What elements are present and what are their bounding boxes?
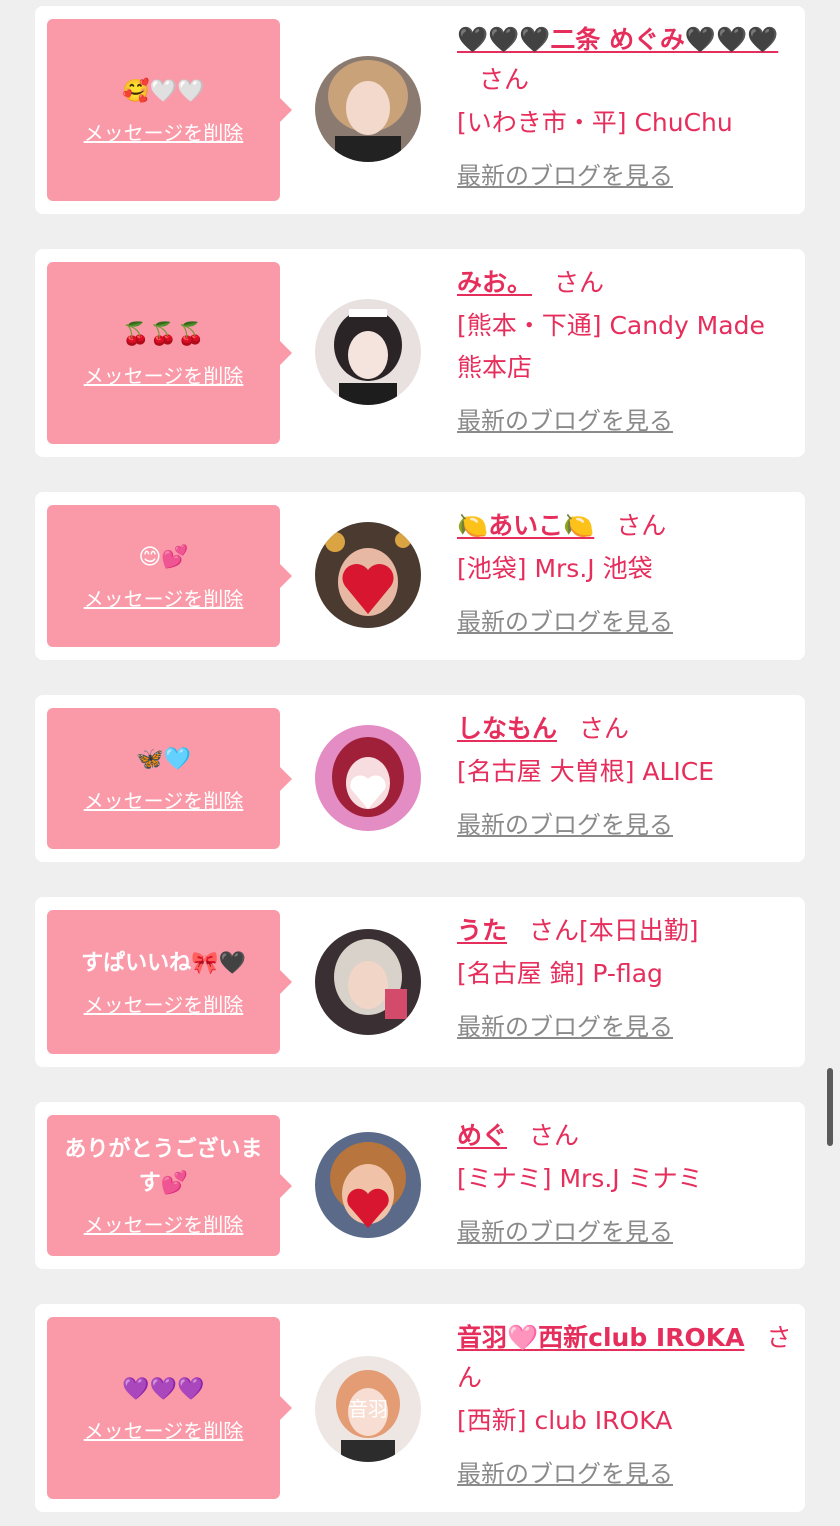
girl-name-link[interactable]: みお。 [457,268,532,297]
message-bubble: 🥰🤍🤍 メッセージを削除 [47,19,292,201]
message-bubble: すぱいいね🎀🖤 メッセージを削除 [47,910,292,1054]
name-line: うた さん[本日出勤] [457,911,797,951]
girl-name-link[interactable]: うた [457,916,507,945]
delete-message-link[interactable]: メッセージを削除 [84,360,244,389]
message-bubble: 😊💕 メッセージを削除 [47,505,292,647]
message-bubble: ありがとうございます💕 メッセージを削除 [47,1115,292,1256]
favorites-list: 🥰🤍🤍 メッセージを削除 🖤🖤🖤二条 めぐみ🖤🖤🖤 さん [いわき市・平] Chu… [0,0,840,1526]
shop-info: [熊本・下通] Candy Made 熊本店 [457,311,765,382]
girl-info: うた さん[本日出勤] [名古屋 錦] P-flag 最新のブログを見る [457,911,797,1042]
name-line: めぐ さん [457,1116,797,1156]
message-bubble: 💜💜💜 メッセージを削除 [47,1317,292,1499]
girl-name-link[interactable]: 🍋あいこ🍋 [457,511,594,540]
latest-blog-link[interactable]: 最新のブログを見る [457,602,673,637]
name-line: 音羽🩷西新club IROKA さん [457,1318,797,1398]
girl-info: しなもん さん [名古屋 大曽根] ALICE 最新のブログを見る [457,709,797,840]
honorific: さん [579,714,630,743]
message-text: 🍒🍒🍒 [122,321,205,347]
honorific: さん [529,916,580,945]
favorite-card: 💜💜💜 メッセージを削除 音羽 音羽🩷西新club IROKA さん [西新] c… [35,1304,805,1512]
shop-info: [名古屋 大曽根] ALICE [457,757,715,786]
name-line: みお。 さん [457,263,797,303]
name-line: 🖤🖤🖤二条 めぐみ🖤🖤🖤 さん [457,20,797,100]
latest-blog-link[interactable]: 最新のブログを見る [457,156,673,191]
delete-message-link[interactable]: メッセージを削除 [84,1209,244,1238]
delete-message-link[interactable]: メッセージを削除 [84,583,244,612]
favorite-card: 🥰🤍🤍 メッセージを削除 🖤🖤🖤二条 めぐみ🖤🖤🖤 さん [いわき市・平] Chu… [35,6,805,214]
favorite-card: 😊💕 メッセージを削除 🍋あいこ🍋 さん [池袋] Mrs.J 池袋 最新のブログ… [35,492,805,660]
girl-name-link[interactable]: 音羽🩷西新club IROKA [457,1323,744,1352]
avatar[interactable] [315,1132,421,1238]
shop-info: [いわき市・平] ChuChu [457,108,733,137]
girl-name-link[interactable]: めぐ [457,1121,507,1150]
honorific: さん [479,65,530,94]
message-text: 🦋🩵 [136,747,191,772]
avatar[interactable] [315,725,421,831]
shop-info: [ミナミ] Mrs.J ミナミ [457,1164,703,1193]
delete-message-link[interactable]: メッセージを削除 [84,117,244,146]
avatar[interactable] [315,56,421,162]
latest-blog-link[interactable]: 最新のブログを見る [457,1007,673,1042]
avatar[interactable] [315,522,421,628]
avatar[interactable] [315,929,421,1035]
message-text: ありがとうございます💕 [64,1137,263,1196]
honorific: さん [554,268,605,297]
svg-text:音羽: 音羽 [348,1397,388,1421]
message-bubble: 🍒🍒🍒 メッセージを削除 [47,262,292,444]
latest-blog-link[interactable]: 最新のブログを見る [457,1454,673,1489]
name-line: 🍋あいこ🍋 さん [457,506,797,546]
message-text: 😊💕 [138,544,189,570]
message-bubble: 🦋🩵 メッセージを削除 [47,708,292,849]
delete-message-link[interactable]: メッセージを削除 [84,989,244,1018]
message-text: すぱいいね🎀🖤 [81,950,246,976]
shop-info: [名古屋 錦] P-flag [457,959,663,988]
latest-blog-link[interactable]: 最新のブログを見る [457,1212,673,1247]
latest-blog-link[interactable]: 最新のブログを見る [457,401,673,436]
avatar[interactable]: 音羽 [315,1356,421,1462]
honorific: さん [616,511,667,540]
girl-info: 音羽🩷西新club IROKA さん [西新] club IROKA 最新のブログ… [457,1318,797,1489]
girl-name-link[interactable]: 🖤🖤🖤二条 めぐみ🖤🖤🖤 [457,25,778,54]
message-text: 💜💜💜 [122,1376,205,1402]
favorite-card: すぱいいね🎀🖤 メッセージを削除 うた さん[本日出勤] [名古屋 錦] P-fl… [35,897,805,1067]
message-text: 🥰🤍🤍 [122,78,205,104]
shop-info: [西新] club IROKA [457,1406,673,1435]
girl-info: めぐ さん [ミナミ] Mrs.J ミナミ 最新のブログを見る [457,1116,797,1247]
favorite-card: 🦋🩵 メッセージを削除 しなもん さん [名古屋 大曽根] ALICE 最新のブロ… [35,695,805,862]
shop-info: [池袋] Mrs.J 池袋 [457,554,653,583]
honorific: さん [529,1121,580,1150]
favorite-card: 🍒🍒🍒 メッセージを削除 みお。 さん [熊本・下通] Candy Made 熊本… [35,249,805,457]
delete-message-link[interactable]: メッセージを削除 [84,1415,244,1444]
delete-message-link[interactable]: メッセージを削除 [84,785,244,814]
girl-info: 🍋あいこ🍋 さん [池袋] Mrs.J 池袋 最新のブログを見る [457,506,797,637]
scrollbar-thumb[interactable] [827,1068,833,1146]
girl-info: 🖤🖤🖤二条 めぐみ🖤🖤🖤 さん [いわき市・平] ChuChu 最新のブログを見る [457,20,797,191]
name-line: しなもん さん [457,709,797,749]
latest-blog-link[interactable]: 最新のブログを見る [457,805,673,840]
girl-name-link[interactable]: しなもん [457,714,557,743]
girl-info: みお。 さん [熊本・下通] Candy Made 熊本店 最新のブログを見る [457,263,797,436]
avatar[interactable] [315,299,421,405]
favorite-card: ありがとうございます💕 メッセージを削除 めぐ さん [ミナミ] Mrs.J ミナ… [35,1102,805,1269]
attendance-status: [本日出勤] [579,916,699,945]
